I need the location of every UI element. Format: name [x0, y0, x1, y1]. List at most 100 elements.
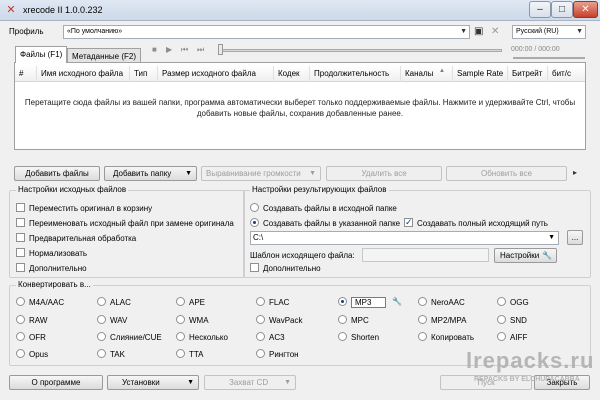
capture-cd-label: Захват CD — [229, 378, 269, 387]
format-radio[interactable]: Рингтон — [256, 349, 299, 360]
format-radio[interactable]: TAK — [97, 349, 125, 360]
capture-cd-button[interactable]: Захват CD ▼ — [204, 375, 296, 390]
seek-slider[interactable] — [219, 49, 502, 52]
move-to-trash-checkbox[interactable]: Переместить оригинал в корзину — [16, 203, 152, 214]
browse-button[interactable]: ... — [567, 230, 583, 245]
format-radio[interactable]: Несколько — [176, 332, 228, 343]
checkbox-box — [16, 233, 25, 242]
format-label: OGG — [510, 298, 529, 307]
previous-icon[interactable]: ⏮ — [181, 45, 188, 55]
output-settings-button[interactable]: Настройки 🔧 — [494, 248, 557, 263]
source-extra-checkbox[interactable]: Дополнительно — [16, 263, 87, 274]
format-radio[interactable]: AC3 — [256, 332, 285, 343]
format-radio[interactable]: RAW — [16, 315, 47, 326]
language-select[interactable]: Русский (RU) ▼ — [512, 25, 586, 39]
next-icon[interactable]: ⏭ — [197, 45, 204, 55]
format-radio[interactable]: Копировать — [418, 332, 474, 343]
column-header[interactable]: Продолжительность — [310, 66, 401, 82]
file-table[interactable]: # Имя исходного файла Тип Размер исходно… — [14, 62, 586, 150]
wrench-icon: 🔧 — [542, 251, 552, 260]
convert-title: Конвертировать в... — [16, 280, 93, 289]
column-header[interactable]: бит/с — [548, 66, 585, 82]
add-files-button[interactable]: Добавить файлы — [14, 166, 100, 181]
format-label: TTA — [189, 350, 204, 359]
format-radio[interactable]: APE — [176, 297, 205, 308]
column-header[interactable]: Имя исходного файла — [37, 66, 130, 82]
stop-icon[interactable]: ■ — [152, 45, 157, 54]
output-path-field[interactable]: C:\ ▼ — [250, 231, 559, 245]
radio-dot — [16, 332, 25, 341]
close-window-button[interactable]: ✕ — [573, 1, 598, 18]
format-label: AIFF — [510, 333, 528, 342]
radio-dot — [176, 297, 185, 306]
format-radio[interactable]: AIFF — [497, 332, 527, 343]
format-radio[interactable]: NeroAAC — [418, 297, 465, 308]
format-radio[interactable]: WavPack — [256, 315, 303, 326]
normalize-volume-button[interactable]: Выравнивание громкости ▼ — [201, 166, 321, 181]
checkbox-box — [250, 263, 259, 272]
format-radio[interactable]: MPC — [338, 315, 369, 326]
presets-button[interactable]: Установки ▼ — [107, 375, 199, 390]
radio-dot — [497, 332, 506, 341]
column-header[interactable]: Каналы — [401, 66, 453, 82]
minimize-button[interactable]: – — [529, 1, 551, 18]
format-radio[interactable]: OGG — [497, 297, 529, 308]
play-icon[interactable]: ▶ — [166, 45, 172, 54]
radio-dot — [97, 332, 106, 341]
maximize-button[interactable]: □ — [551, 1, 573, 18]
wrench-icon[interactable]: 🔧 — [392, 297, 402, 307]
volume-slider[interactable] — [513, 57, 585, 59]
about-button[interactable]: О программе — [9, 375, 103, 390]
column-header[interactable]: Кодек — [274, 66, 310, 82]
preprocess-checkbox[interactable]: Предварительная обработка — [16, 233, 136, 244]
radio-dot — [338, 332, 347, 341]
full-path-checkbox[interactable]: Создавать полный исходящий путь — [404, 217, 548, 229]
delete-profile-icon[interactable]: ✕ — [491, 26, 499, 38]
custom-folder-radio[interactable]: Создавать файлы в указанной папке — [250, 218, 400, 229]
radio-dot — [338, 315, 347, 324]
radio-dot — [256, 332, 265, 341]
column-header[interactable]: Битрейт — [508, 66, 548, 82]
add-folder-button[interactable]: Добавить папку ▼ — [104, 166, 197, 181]
format-radio[interactable]: MP2/MPA — [418, 315, 466, 326]
output-extra-checkbox[interactable]: Дополнительно — [250, 263, 321, 274]
column-header[interactable]: Тип — [130, 66, 158, 82]
format-radio[interactable]: Shorten — [338, 332, 379, 343]
normalize-checkbox[interactable]: Нормализовать — [16, 248, 87, 259]
menu-icon[interactable]: ▸ — [573, 167, 577, 179]
checkbox-label: Переименовать исходный файл при замене о… — [29, 219, 234, 228]
radio-label: Создавать файлы в указанной папке — [263, 219, 401, 228]
radio-dot — [418, 297, 427, 306]
save-icon[interactable]: ▣ — [474, 26, 483, 38]
source-folder-radio[interactable]: Создавать файлы в исходной папке — [250, 203, 397, 214]
format-label: APE — [189, 298, 206, 307]
format-radio[interactable]: WMA — [176, 315, 209, 326]
format-radio[interactable]: M4A/AAC — [16, 297, 64, 308]
profile-value: «По умолчанию» — [67, 28, 123, 35]
seek-thumb[interactable] — [218, 44, 223, 55]
format-radio[interactable]: SND — [497, 315, 527, 326]
refresh-all-button[interactable]: Обновить все — [446, 166, 567, 181]
format-radio[interactable]: WAV — [97, 315, 127, 326]
format-radio[interactable]: TTA — [176, 349, 204, 360]
format-radio[interactable]: FLAC — [256, 297, 289, 308]
rename-source-checkbox[interactable]: Переименовать исходный файл при замене о… — [16, 218, 234, 229]
format-label: MPC — [351, 316, 369, 325]
chevron-down-icon: ▼ — [187, 379, 194, 386]
profile-select[interactable]: «По умолчанию» ▼ — [63, 25, 470, 39]
format-label: OFR — [29, 333, 46, 342]
format-radio[interactable]: OFR — [16, 332, 46, 343]
format-radio[interactable]: MP3 🔧 — [338, 297, 402, 308]
format-radio[interactable]: ALAC — [97, 297, 131, 308]
column-header[interactable]: Размер исходного файла — [158, 66, 274, 82]
column-header[interactable]: Sample Rate — [453, 66, 508, 82]
remove-all-button[interactable]: Удалить все — [326, 166, 442, 181]
drop-hint: Перетащите сюда файлы из вашей папки, пр… — [24, 98, 576, 118]
format-radio[interactable]: Opus — [16, 349, 48, 360]
template-field[interactable] — [362, 248, 489, 262]
tab-files[interactable]: Файлы (F1) — [15, 46, 68, 63]
checkbox-label: Предварительная обработка — [29, 234, 137, 243]
format-radio[interactable]: Слияние/CUE — [97, 332, 162, 343]
checkbox-box — [404, 217, 413, 227]
column-header[interactable]: # — [15, 66, 37, 82]
